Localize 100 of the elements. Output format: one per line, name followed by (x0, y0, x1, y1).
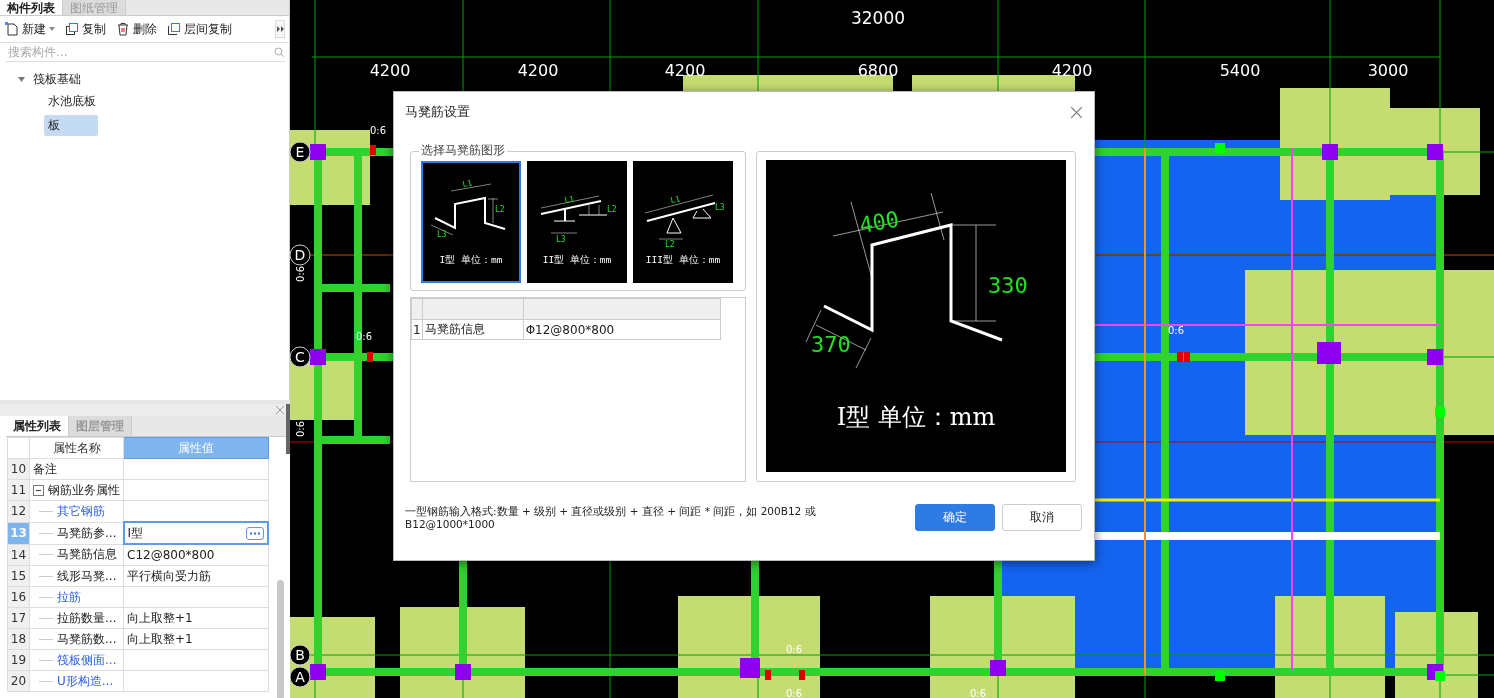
property-name: 拉筋数量... (57, 609, 117, 627)
property-category: 拉筋 (57, 588, 81, 606)
row-number[interactable]: 20 (7, 670, 30, 692)
tree-item[interactable]: 板 (44, 114, 98, 136)
property-name: 线形马凳... (57, 567, 117, 585)
row-number: 1 (411, 319, 423, 340)
shape-caption: III型 单位：mm (645, 254, 721, 265)
cancel-button[interactable]: 取消 (1002, 504, 1082, 531)
rebar-mark-label: 0:6 (970, 688, 987, 698)
dimension-label: L3 (556, 235, 566, 244)
axis-label: D (294, 247, 306, 263)
panel-tab[interactable]: 属性列表 (6, 416, 69, 436)
rebar-mark-label: 0:6 (786, 688, 803, 698)
ellipsis-icon (250, 531, 260, 535)
rebar-mark-label: 0:6 (295, 265, 306, 282)
dimension-label: L1 (563, 194, 575, 205)
table-cell: 马凳筋信息 (422, 319, 524, 340)
property-value: 向上取整+1 (127, 631, 193, 646)
close-icon[interactable] (276, 406, 284, 414)
more-options-button[interactable] (246, 526, 264, 540)
dimension-label: 370 (811, 332, 851, 357)
property-name: 备注 (33, 460, 57, 478)
property-category: 筏板侧面... (57, 651, 117, 669)
close-icon[interactable] (1071, 106, 1082, 118)
dimension-label: L1 (461, 178, 473, 189)
row-number[interactable]: 10 (7, 458, 30, 480)
layers-copy-icon (167, 22, 181, 36)
rebar-mark-label: 0:6 (295, 420, 306, 437)
ok-button[interactable]: 确定 (915, 504, 995, 531)
dimension-label: 6800 (857, 61, 899, 80)
shape-caption: I型 单位：mm (836, 403, 996, 431)
search-icon (274, 46, 285, 58)
dimension-label: 4200 (1051, 61, 1093, 80)
toolbar-button[interactable]: 复制 (64, 20, 107, 38)
table-cell[interactable]: Φ12@800*800 (523, 319, 721, 340)
splitter-handle[interactable] (286, 404, 290, 454)
dimension-label: L2 (607, 205, 617, 214)
copy-icon (65, 22, 79, 36)
dimension-label: 330 (988, 273, 1028, 298)
trash-icon (116, 22, 130, 36)
row-number[interactable]: 15 (7, 565, 30, 587)
axis-label: B (295, 647, 305, 663)
dimension-label: 3000 (1367, 61, 1409, 80)
rebar-mark-label: 0:6 (370, 125, 387, 136)
input-format-hint: 一型钢筋输入格式:数量 + 级别 + 直径或级别 + 直径 + 间距 * 间距，如 200B12 或 B12@1000*1000 (405, 504, 817, 531)
shape-caption: II型 单位：mm (542, 254, 612, 265)
property-value: C12@800*800 (127, 548, 215, 562)
property-value[interactable]: Ⅰ型 (127, 524, 144, 542)
toolbar-button[interactable]: 删除 (115, 20, 158, 38)
shape-caption: I型 单位：mm (439, 254, 503, 265)
property-value: 平行横向受力筋 (127, 568, 211, 583)
rebar-bar-shape (646, 202, 716, 222)
dimension-label: 4200 (369, 61, 411, 80)
shape-option[interactable]: L1 L2 L3 II型 单位：mm (527, 161, 627, 283)
double-arrow-icon (276, 26, 284, 32)
row-number[interactable]: 16 (7, 586, 30, 608)
axis-label: A (295, 669, 305, 685)
property-name: 马凳筋信息 (57, 546, 117, 564)
dimension-label: 5400 (1219, 61, 1261, 80)
shape-option[interactable]: L1 L3 L2 III型 单位：mm (633, 161, 733, 283)
dimension-label: L3 (715, 203, 725, 212)
dimension-label: 4200 (517, 61, 559, 80)
caret-icon (49, 27, 55, 31)
scrollbar-thumb[interactable] (277, 580, 284, 698)
dimension-label: L2 (665, 240, 675, 249)
tree-item[interactable]: 筏板基础 (29, 68, 85, 90)
dimension-label: 400 (857, 206, 901, 238)
column-header: 属性名称 (29, 437, 124, 459)
property-category: 其它钢筋 (57, 502, 105, 520)
row-number[interactable]: 18 (7, 628, 30, 650)
more-button[interactable] (275, 20, 285, 38)
rebar-bar-shape (434, 196, 506, 230)
dimension-label: 32000 (850, 8, 906, 28)
panel-tab[interactable]: 构件列表 (0, 0, 63, 15)
row-number[interactable]: 12 (7, 500, 30, 522)
axis-label: C (295, 349, 305, 365)
property-name: 马凳筋数... (57, 630, 117, 648)
dimension-label: L2 (495, 205, 505, 214)
dimension-label: L1 (669, 194, 681, 205)
shape-option[interactable]: L1 L2 L3 I型 单位：mm (421, 161, 521, 283)
row-number[interactable]: 19 (7, 649, 30, 671)
property-value: 向上取整+1 (127, 610, 193, 625)
toolbar-button[interactable]: 层间复制 (166, 20, 233, 38)
collapse-triangle-icon[interactable] (18, 76, 25, 82)
property-group-name: 钢筋业务属性 (48, 481, 120, 499)
row-number[interactable]: 17 (7, 607, 30, 629)
rebar-mark-label: 0:6 (786, 644, 803, 655)
group-title: 选择马凳筋图形 (419, 142, 507, 159)
row-number[interactable]: 14 (7, 544, 30, 566)
new-document-icon (5, 22, 19, 36)
row-number[interactable]: 11 (7, 479, 30, 501)
axis-label: E (295, 144, 305, 160)
dialog-title: 马凳筋设置 (405, 103, 470, 121)
tree-item[interactable]: 水池底板 (44, 90, 100, 112)
dimension-label: L3 (437, 230, 447, 239)
toolbar-button[interactable]: 新建 (4, 20, 56, 38)
column-header: 属性值 (123, 437, 268, 459)
property-name: 马凳筋参... (57, 524, 117, 542)
dimension-label: 4200 (664, 61, 706, 80)
collapse-icon[interactable] (33, 484, 44, 496)
